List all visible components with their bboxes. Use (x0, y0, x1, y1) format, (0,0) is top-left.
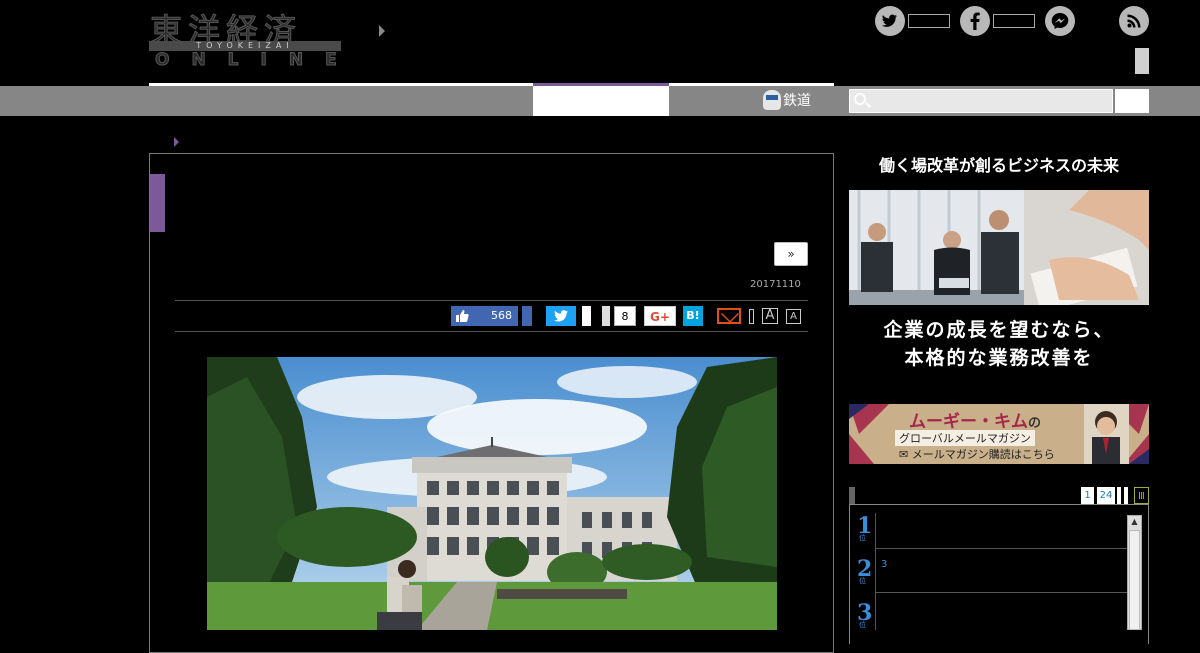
train-icon (763, 89, 781, 110)
menu-toggle-button[interactable] (1135, 48, 1149, 74)
search-button[interactable] (1115, 89, 1149, 113)
promo-copy-line: 企業の成長を望むなら、 (883, 319, 1115, 341)
rss-icon[interactable] (1119, 6, 1149, 36)
article-date: 20171110 (750, 279, 801, 290)
hatena-bookmark-button[interactable]: B! (683, 306, 703, 326)
divider (175, 331, 808, 332)
envelope-icon: ✉ (899, 448, 912, 461)
promo-banner-image[interactable] (849, 190, 1149, 305)
like-count: 568 (491, 309, 512, 322)
ranking-tab[interactable] (1117, 487, 1121, 504)
search-icon (854, 93, 866, 105)
hatena-count-edge (602, 306, 610, 326)
ranking-item-title[interactable]: 3 (881, 559, 887, 570)
search-input[interactable] (849, 89, 1113, 113)
ranking-tab[interactable] (1124, 487, 1128, 504)
ranking-row-divider (876, 592, 1127, 593)
promo-copy[interactable]: 企業の成長を望むなら、 本格的な業務改善を (849, 316, 1149, 372)
mag-title-name: ムーギー・キム (909, 412, 1028, 432)
logo-online-text: ONLINE (155, 50, 359, 71)
promo-title[interactable]: 働く場改革が創るビジネスの未来 (849, 152, 1149, 176)
twitter-count-box (908, 14, 950, 28)
mag-title-particle: の (1028, 416, 1042, 431)
font-size-large-button[interactable]: A (762, 308, 778, 324)
ranking-row-divider (876, 548, 1127, 549)
article-photo (207, 357, 777, 630)
mail-icon[interactable] (717, 308, 741, 324)
facebook-like-button[interactable]: 568 (451, 306, 518, 326)
ranking-tab-hourly[interactable]: 24 (1097, 487, 1115, 504)
mag-cta[interactable]: ✉ メールマガジン購読はこちら (899, 446, 1055, 462)
nav-tab-active[interactable] (533, 86, 669, 116)
nav-divider (669, 83, 834, 86)
scrollbar-thumb[interactable] (1129, 530, 1140, 630)
ranking-header-marker (849, 487, 855, 504)
mag-subtitle: グローバルメールマガジン (895, 430, 1035, 446)
breadcrumb-arrow-icon (174, 137, 179, 147)
article-title-marker (150, 174, 165, 232)
font-size-small-button[interactable]: A (786, 309, 801, 324)
facebook-share-button[interactable] (522, 306, 532, 326)
ranking-item[interactable]: 2 位 (857, 556, 872, 586)
nav-rail-label: 鉄道 (783, 92, 811, 109)
caret-right-icon[interactable] (379, 25, 385, 37)
facebook-count-box (993, 14, 1035, 28)
next-page-button[interactable]: » (774, 242, 808, 266)
nav-item-rail[interactable]: 鉄道 (763, 89, 811, 110)
ranking-list (849, 504, 1149, 644)
mag-cta-label: メールマガジン購読はこちら (911, 448, 1055, 461)
facebook-icon[interactable] (960, 6, 990, 36)
ranking-tab-daily[interactable]: 1 (1081, 487, 1094, 504)
promo-copy-line: 本格的な業務改善を (904, 347, 1094, 369)
ranking-item[interactable]: 1 位 (857, 513, 872, 543)
print-button[interactable] (749, 309, 754, 324)
tweet-button[interactable] (546, 306, 576, 326)
thumbs-up-icon (455, 309, 469, 330)
ranking-divider (875, 513, 876, 630)
divider (175, 300, 808, 301)
ranking-tab-weekly[interactable]: Ⅲ (1134, 487, 1149, 504)
tweet-count (577, 306, 591, 326)
mag-title: ムーギー・キムの (909, 407, 1041, 432)
scroll-up-arrow-icon[interactable]: ▲ (1128, 516, 1141, 528)
nav-divider (149, 83, 533, 86)
hatena-count: 8 (614, 306, 636, 326)
twitter-icon[interactable] (875, 6, 905, 36)
google-plus-button[interactable]: G+ (644, 306, 676, 326)
ranking-item[interactable]: 3 位 (857, 600, 872, 630)
mailmagazine-banner[interactable]: ムーギー・キムの グローバルメールマガジン ✉ メールマガジン購読はこちら (849, 404, 1149, 464)
messenger-icon[interactable] (1045, 6, 1075, 36)
